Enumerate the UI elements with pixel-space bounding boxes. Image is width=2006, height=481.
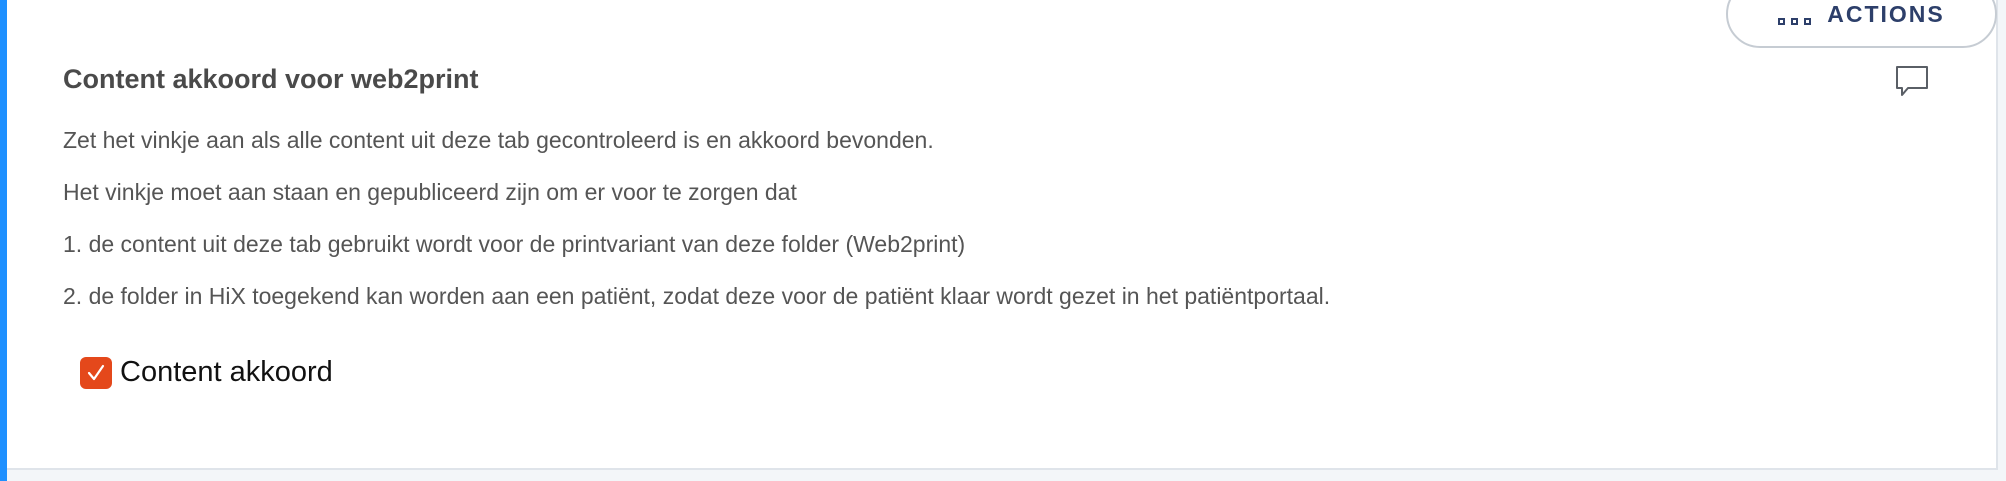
description-list-item: 1. de content uit deze tab gebruikt word… xyxy=(63,231,966,257)
content-akkoord-checkbox[interactable]: Content akkoord xyxy=(80,356,333,389)
description-paragraph: Zet het vinkje aan als alle content uit … xyxy=(63,127,934,153)
page-background xyxy=(7,470,2006,481)
checkmark-icon xyxy=(87,364,105,380)
comment-icon[interactable] xyxy=(1894,64,1930,100)
section-title: Content akkoord voor web2print xyxy=(63,64,479,94)
actions-button[interactable]: ACTIONS xyxy=(1726,0,1997,48)
checkbox-label: Content akkoord xyxy=(120,356,333,388)
description-list-item: 2. de folder in HiX toegekend kan worden… xyxy=(63,283,1331,309)
right-edge-background xyxy=(1998,0,2006,481)
left-accent-bar xyxy=(0,0,7,481)
checkbox-box[interactable] xyxy=(80,356,112,389)
dots-icon xyxy=(1778,18,1812,25)
description-paragraph: Het vinkje moet aan staan en gepubliceer… xyxy=(63,179,797,205)
actions-label: ACTIONS xyxy=(1827,1,1945,27)
